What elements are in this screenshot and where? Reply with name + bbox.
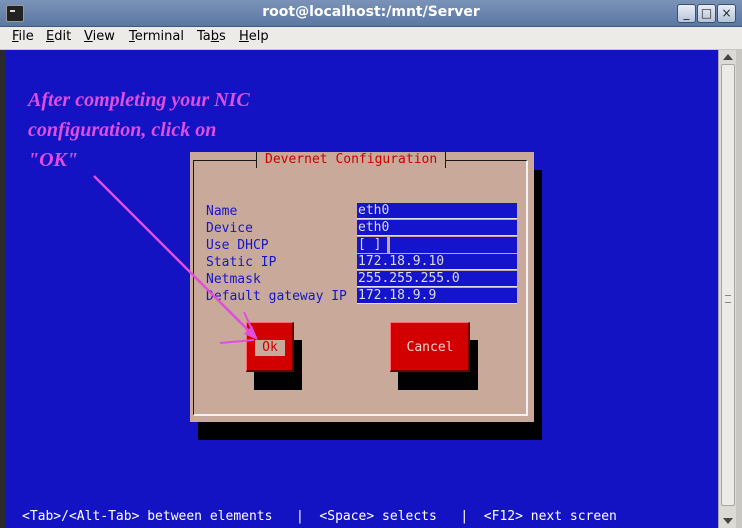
name-label: Name (206, 204, 238, 219)
scroll-up-arrow-icon[interactable] (723, 54, 733, 60)
dhcp-field-background (390, 237, 517, 253)
ok-button-label: Ok (255, 340, 285, 356)
annotation-line: After completing your NIC (28, 89, 250, 111)
ok-button[interactable]: Ok (246, 322, 294, 372)
status-tab-hint: <Tab>/<Alt-Tab> between elements (22, 509, 273, 524)
static-ip-label: Static IP (206, 255, 277, 270)
use-dhcp-checkbox[interactable]: [ ] (357, 237, 387, 253)
menu-tabs[interactable]: Tabs (197, 29, 226, 44)
status-line: <Tab>/<Alt-Tab> between elements | <Spac… (22, 509, 617, 524)
name-field[interactable]: eth0 (357, 203, 517, 219)
dialog-title: Devernet Configuration (256, 152, 447, 168)
device-label: Device (206, 221, 253, 236)
gateway-field[interactable]: 172.18.9.9 (357, 288, 517, 304)
scrollbar-thumb[interactable] (721, 64, 735, 506)
cancel-button-label: Cancel (406, 340, 454, 355)
scroll-down-arrow-icon[interactable] (723, 518, 733, 524)
status-separator: | (460, 509, 469, 524)
menu-terminal[interactable]: Terminal (129, 29, 184, 44)
window-titlebar[interactable]: root@localhost:/mnt/Server _ □ × (0, 0, 742, 27)
menu-edit[interactable]: Edit (46, 29, 71, 44)
window-title: root@localhost:/mnt/Server (262, 4, 480, 20)
window-border (736, 50, 742, 528)
cancel-button[interactable]: Cancel (390, 322, 470, 372)
terminal-scrollbar[interactable] (718, 50, 737, 528)
device-field[interactable]: eth0 (357, 220, 517, 236)
maximize-button[interactable]: □ (697, 4, 716, 23)
grip-icon (725, 295, 731, 303)
annotation-line: configuration, click on (28, 119, 217, 141)
menu-bar: File Edit View Terminal Tabs Help (0, 27, 742, 50)
status-separator: | (295, 509, 304, 524)
status-f12-hint: <F12> next screen (483, 509, 617, 524)
devernet-configuration-dialog: Devernet Configuration Name eth0 Device … (190, 152, 534, 422)
gateway-label: Default gateway IP (206, 289, 347, 304)
netmask-field[interactable]: 255.255.255.0 (357, 271, 517, 287)
minimize-button[interactable]: _ (677, 4, 696, 23)
menu-help[interactable]: Help (239, 29, 269, 44)
menu-file[interactable]: File (12, 29, 34, 44)
close-button[interactable]: × (717, 4, 736, 23)
use-dhcp-label: Use DHCP (206, 238, 269, 253)
netmask-label: Netmask (206, 272, 261, 287)
menu-view[interactable]: View (84, 29, 115, 44)
static-ip-field[interactable]: 172.18.9.10 (357, 254, 517, 270)
status-space-hint: <Space> selects (319, 509, 437, 524)
